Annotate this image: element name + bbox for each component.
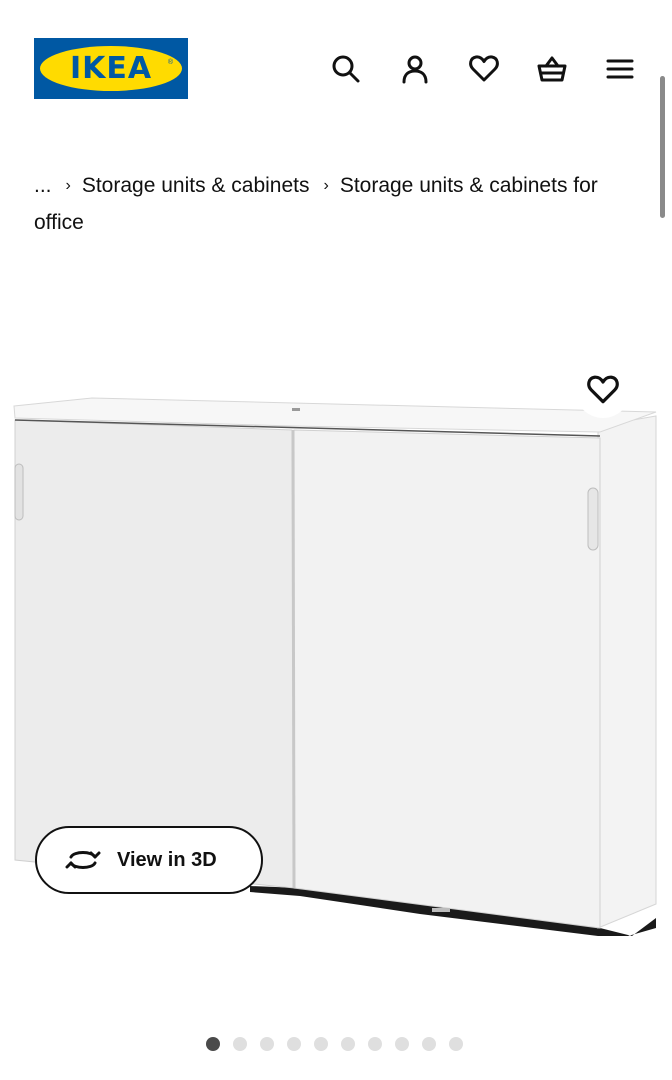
logo-text: IKEA <box>69 51 153 86</box>
heart-icon <box>587 375 619 404</box>
basket-icon <box>537 56 567 82</box>
carousel-pagination <box>206 1037 463 1051</box>
carousel-dot[interactable] <box>422 1037 436 1051</box>
carousel-dot[interactable] <box>368 1037 382 1051</box>
carousel-dot[interactable] <box>449 1037 463 1051</box>
breadcrumb-ellipsis[interactable]: ... <box>34 174 52 197</box>
breadcrumb-storage-units-cabinets[interactable]: Storage units & cabinets <box>82 174 310 197</box>
search-button[interactable] <box>326 49 366 89</box>
carousel-dot[interactable] <box>395 1037 409 1051</box>
carousel-dot[interactable] <box>341 1037 355 1051</box>
carousel-dot[interactable] <box>206 1037 220 1051</box>
product-image[interactable] <box>0 330 672 1020</box>
chevron-right-icon: › <box>65 177 71 194</box>
basket-button[interactable] <box>532 49 572 89</box>
view-in-3d-button[interactable]: View in 3D <box>35 826 263 894</box>
page-scrollbar[interactable] <box>660 76 665 218</box>
rotate-3d-icon <box>65 851 101 869</box>
save-to-favourites-button[interactable] <box>575 362 631 418</box>
search-icon <box>332 55 360 83</box>
heart-icon <box>469 55 499 82</box>
account-icon <box>402 55 428 84</box>
menu-button[interactable] <box>600 49 640 89</box>
carousel-dot[interactable] <box>260 1037 274 1051</box>
site-header: IKEA ® <box>0 0 672 130</box>
logo-registered-mark: ® <box>167 59 173 66</box>
logo-oval: IKEA ® <box>40 46 182 91</box>
view-in-3d-label: View in 3D <box>117 849 217 871</box>
menu-icon <box>606 59 634 79</box>
breadcrumb: ... › Storage units & cabinets › Storage uni… <box>34 168 644 240</box>
carousel-dot[interactable] <box>233 1037 247 1051</box>
ikea-logo[interactable]: IKEA ® <box>34 38 188 99</box>
carousel-dot[interactable] <box>287 1037 301 1051</box>
chevron-right-icon: › <box>323 177 329 194</box>
cabinet-image <box>13 397 657 936</box>
favourites-button[interactable] <box>464 49 504 89</box>
account-button[interactable] <box>395 49 435 89</box>
carousel-dot[interactable] <box>314 1037 328 1051</box>
